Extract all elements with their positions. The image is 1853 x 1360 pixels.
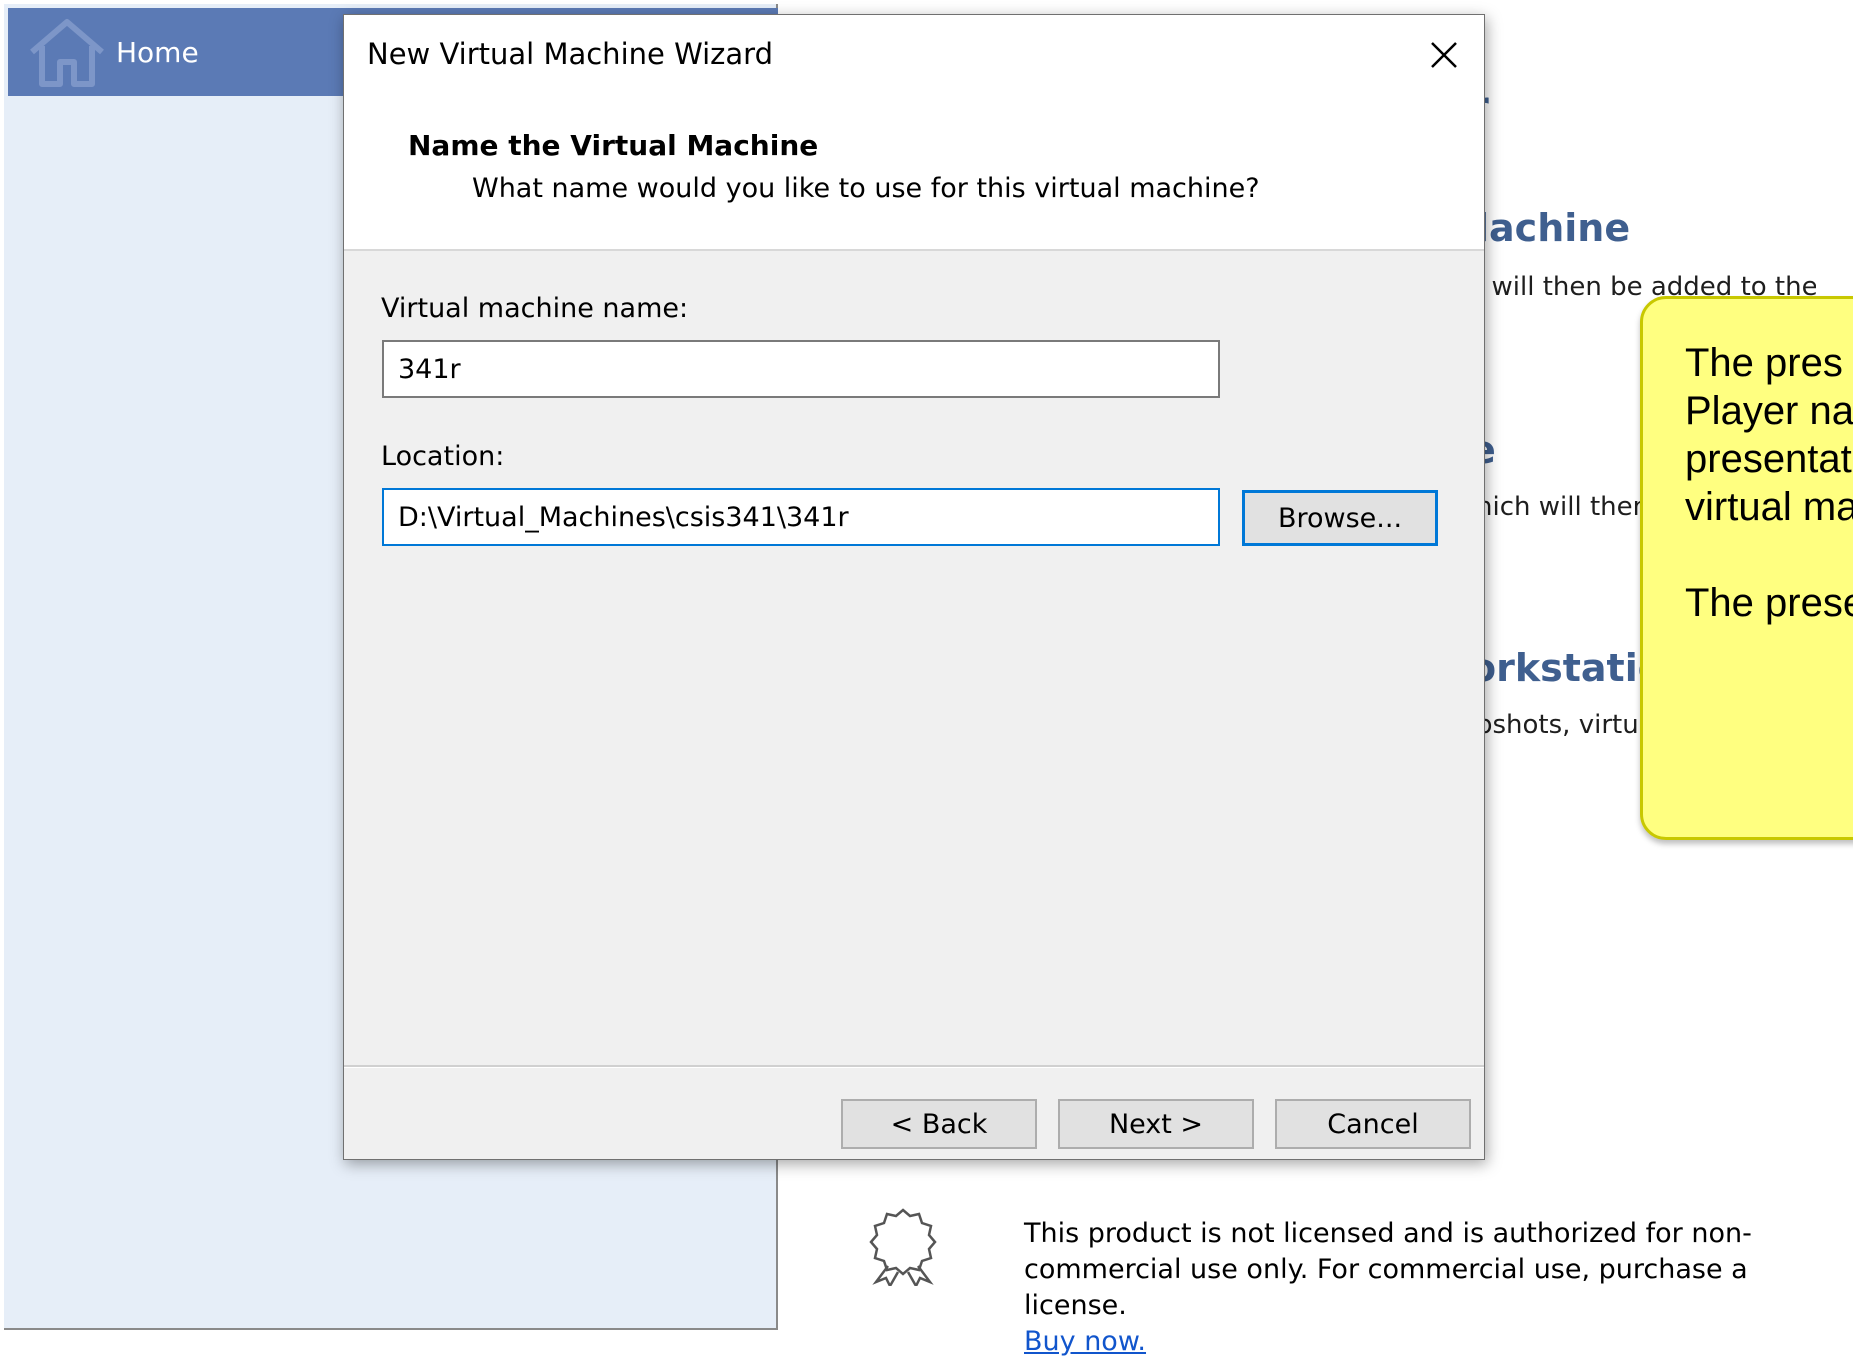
location-label: Location: bbox=[381, 441, 505, 472]
upgrade-desc-fragment: pshots, virtu bbox=[1476, 710, 1639, 740]
wizard-header: Name the Virtual Machine What name would… bbox=[344, 95, 1484, 251]
buy-now-link[interactable]: Buy now. bbox=[1024, 1326, 1146, 1357]
note-line-5: The prese bbox=[1685, 581, 1853, 625]
close-icon[interactable] bbox=[1422, 33, 1466, 77]
home-icon bbox=[30, 19, 104, 87]
new-vm-wizard-dialog: New Virtual Machine Wizard Name the Virt… bbox=[343, 14, 1485, 1160]
home-label: Home bbox=[116, 35, 199, 69]
note-line-3: presentat bbox=[1685, 437, 1852, 481]
vm-name-label: Virtual machine name: bbox=[381, 293, 689, 324]
upgrade-workstation-heading-fragment[interactable]: orkstatio bbox=[1470, 646, 1640, 690]
license-text: This product is not licensed and is auth… bbox=[1024, 1218, 1752, 1321]
location-input[interactable] bbox=[382, 488, 1220, 546]
vm-name-input[interactable] bbox=[382, 340, 1220, 398]
browse-button[interactable]: Browse... bbox=[1242, 490, 1438, 546]
open-vm-desc-fragment: hich will then bbox=[1476, 492, 1640, 522]
license-ribbon-icon bbox=[869, 1208, 937, 1286]
dialog-title: New Virtual Machine Wizard bbox=[367, 37, 773, 71]
dialog-titlebar[interactable]: New Virtual Machine Wizard bbox=[344, 15, 1484, 95]
note-line-1: The pres bbox=[1685, 341, 1843, 385]
create-vm-heading-fragment[interactable]: lachine bbox=[1476, 206, 1630, 250]
next-button[interactable]: Next > bbox=[1058, 1099, 1254, 1149]
wizard-step-subtitle: What name would you like to use for this… bbox=[472, 173, 1260, 204]
footer-divider bbox=[344, 1065, 1484, 1068]
back-button[interactable]: < Back bbox=[841, 1099, 1037, 1149]
wizard-step-title: Name the Virtual Machine bbox=[408, 129, 819, 162]
note-line-2: Player na bbox=[1685, 389, 1853, 433]
note-line-4: virtual ma bbox=[1685, 485, 1853, 529]
cancel-button[interactable]: Cancel bbox=[1275, 1099, 1471, 1149]
license-notice: This product is not licensed and is auth… bbox=[1024, 1216, 1814, 1360]
presentation-note: The pres Player na presentat virtual ma … bbox=[1640, 296, 1853, 840]
